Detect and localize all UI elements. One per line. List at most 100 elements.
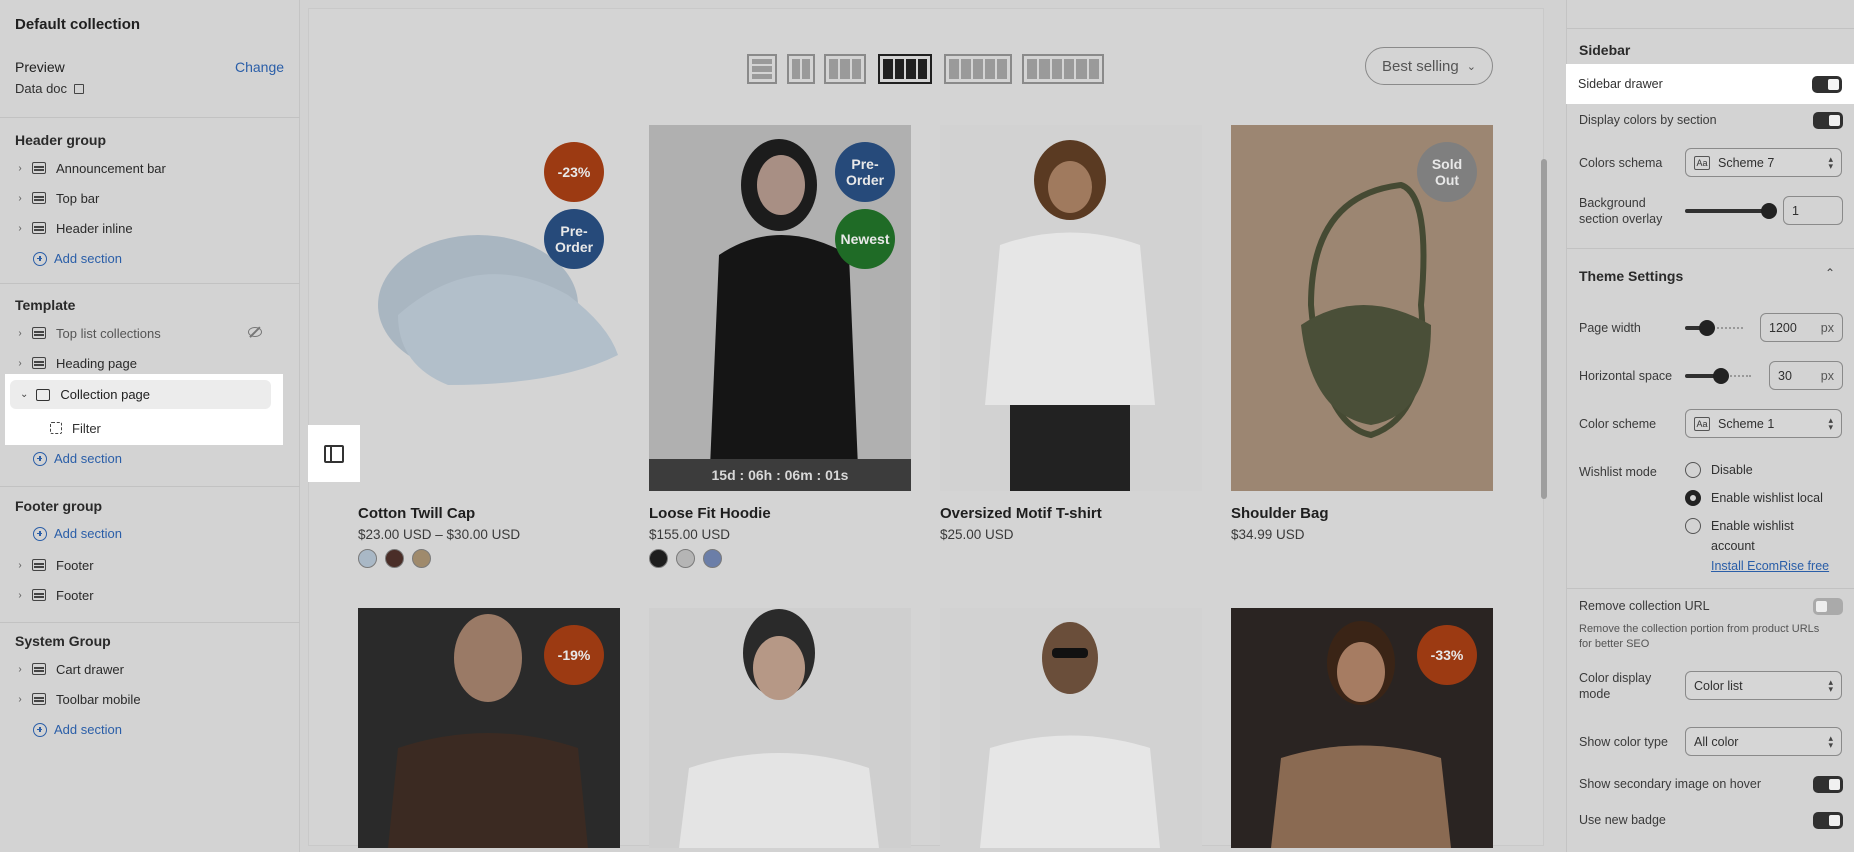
chevron-up-icon[interactable]: ⌃ bbox=[1825, 266, 1835, 280]
page-width-knob[interactable] bbox=[1699, 320, 1715, 336]
product-card[interactable] bbox=[940, 608, 1202, 848]
colors-schema-label: Colors schema bbox=[1579, 156, 1663, 170]
hspace-knob[interactable] bbox=[1713, 368, 1729, 384]
color-scheme-label: Color scheme bbox=[1579, 417, 1657, 431]
product-image[interactable]: -23% Pre- Order bbox=[358, 125, 620, 491]
tree-item-footer[interactable]: › Footer bbox=[14, 581, 284, 609]
sidebar-toggle-button[interactable] bbox=[308, 425, 360, 482]
secondary-image-toggle[interactable] bbox=[1813, 776, 1843, 793]
view-list-button[interactable] bbox=[747, 54, 777, 84]
product-card[interactable] bbox=[649, 608, 911, 848]
remove-url-toggle[interactable] bbox=[1813, 598, 1843, 615]
tree-item-filter[interactable]: Filter bbox=[50, 418, 101, 438]
discount-badge: -23% bbox=[544, 142, 604, 202]
bg-overlay-input[interactable]: 1 bbox=[1783, 196, 1843, 225]
tree-item-cart-drawer[interactable]: › Cart drawer bbox=[14, 655, 284, 683]
view-5col-button[interactable] bbox=[944, 54, 1012, 84]
tree-item-label: Footer bbox=[56, 557, 94, 573]
template-title: Template bbox=[15, 297, 76, 313]
color-display-label: Color display mode bbox=[1579, 671, 1652, 701]
product-image[interactable] bbox=[940, 125, 1202, 491]
sidebar-drawer-toggle[interactable] bbox=[1812, 76, 1842, 93]
color-swatch[interactable] bbox=[703, 549, 722, 568]
section-icon bbox=[36, 388, 51, 401]
section-icon bbox=[32, 327, 46, 339]
show-color-type-select[interactable]: All color ▴ ▾ bbox=[1685, 727, 1842, 756]
hspace-input[interactable]: 30 px bbox=[1769, 361, 1843, 390]
section-icon bbox=[32, 357, 46, 369]
view-4col-button[interactable] bbox=[878, 54, 932, 84]
view-3col-button[interactable] bbox=[824, 54, 866, 84]
wishlist-option-label: Enable wishlist account bbox=[1711, 519, 1794, 553]
color-swatch[interactable] bbox=[649, 549, 668, 568]
eye-off-icon[interactable] bbox=[248, 327, 262, 337]
product-card[interactable]: Oversized Motif T-shirt $25.00 USD bbox=[940, 125, 1202, 542]
add-section-button[interactable]: Add section bbox=[33, 251, 122, 266]
product-name[interactable]: Shoulder Bag bbox=[1231, 505, 1329, 522]
color-display-select[interactable]: Color list ▴ ▾ bbox=[1685, 671, 1842, 700]
wishlist-disable-radio[interactable] bbox=[1685, 462, 1701, 478]
wishlist-account-radio[interactable] bbox=[1685, 518, 1701, 534]
tree-item-footer[interactable]: › Footer bbox=[14, 551, 284, 579]
product-image[interactable]: Sold Out bbox=[1231, 125, 1493, 491]
view-6col-button[interactable] bbox=[1022, 54, 1104, 84]
add-section-button[interactable]: Add section bbox=[33, 526, 122, 541]
page-width-input[interactable]: 1200 px bbox=[1760, 313, 1843, 342]
view-2col-button[interactable] bbox=[787, 54, 815, 84]
add-section-button[interactable]: Add section bbox=[33, 722, 122, 737]
color-swatch[interactable] bbox=[385, 549, 404, 568]
product-image[interactable] bbox=[940, 608, 1202, 848]
product-image[interactable]: -33% bbox=[1231, 608, 1493, 848]
display-colors-toggle[interactable] bbox=[1813, 112, 1843, 129]
color-swatch[interactable] bbox=[412, 549, 431, 568]
product-price: $23.00 USD – $30.00 USD bbox=[358, 527, 521, 542]
product-card[interactable]: -19% bbox=[358, 608, 620, 848]
color-scheme-select[interactable]: Aa Scheme 1 ▴ ▾ bbox=[1685, 409, 1842, 438]
chevron-down-icon: ⌄ bbox=[20, 389, 29, 400]
preview-scrollbar[interactable] bbox=[1541, 159, 1547, 499]
product-name[interactable]: Loose Fit Hoodie bbox=[649, 505, 771, 522]
product-card[interactable]: Sold Out Shoulder Bag $34.99 USD bbox=[1231, 125, 1493, 542]
product-name[interactable]: Oversized Motif T-shirt bbox=[940, 505, 1102, 522]
product-image[interactable] bbox=[649, 608, 911, 848]
chevron-right-icon: › bbox=[18, 192, 22, 204]
preorder-badge: Pre- Order bbox=[544, 209, 604, 269]
tree-item-label: Toolbar mobile bbox=[56, 691, 141, 707]
wishlist-option-label: Enable wishlist local bbox=[1711, 491, 1823, 505]
product-image[interactable]: -19% bbox=[358, 608, 620, 848]
sort-select[interactable]: Best selling ⌄ bbox=[1365, 47, 1493, 85]
tree-item-top-list-collections[interactable]: › Top list collections bbox=[14, 319, 284, 347]
product-image[interactable]: Pre- Order Newest 15d : 06h : 06m : 01s bbox=[649, 125, 911, 491]
bg-overlay-label: Background section overlay bbox=[1579, 196, 1663, 226]
tree-item-heading-page[interactable]: › Heading page bbox=[14, 349, 284, 377]
tree-item-header-inline[interactable]: › Header inline bbox=[14, 214, 284, 242]
bg-overlay-slider[interactable] bbox=[1685, 209, 1767, 213]
newest-badge: Newest bbox=[835, 209, 895, 269]
sidebar-drawer-label: Sidebar drawer bbox=[1578, 77, 1663, 91]
wishlist-local-radio[interactable] bbox=[1685, 490, 1701, 506]
remove-url-desc: Remove the collection portion from produ… bbox=[1579, 623, 1820, 650]
bg-overlay-knob[interactable] bbox=[1761, 203, 1777, 219]
color-swatch[interactable] bbox=[358, 549, 377, 568]
tree-item-collection-page[interactable]: ⌄ Collection page bbox=[10, 380, 271, 409]
preview-value[interactable]: Data doc bbox=[15, 81, 85, 96]
install-ecomrise-link[interactable]: Install EcomRise free bbox=[1711, 556, 1841, 576]
tree-item-toolbar-mobile[interactable]: › Toolbar mobile bbox=[14, 685, 284, 713]
product-card[interactable]: -33% bbox=[1231, 608, 1493, 848]
chevron-right-icon: › bbox=[18, 327, 22, 339]
product-card[interactable]: -23% Pre- Order Cotton Twill Cap $23.00 … bbox=[358, 125, 620, 568]
product-card[interactable]: Pre- Order Newest 15d : 06h : 06m : 01s … bbox=[649, 125, 911, 568]
color-swatch[interactable] bbox=[676, 549, 695, 568]
tree-item-announcement-bar[interactable]: › Announcement bar bbox=[14, 154, 284, 182]
section-icon bbox=[32, 693, 46, 705]
colors-schema-select[interactable]: Aa Scheme 7 ▴ ▾ bbox=[1685, 148, 1842, 177]
toggle-thumb bbox=[1828, 79, 1839, 90]
new-badge-toggle[interactable] bbox=[1813, 812, 1843, 829]
tree-item-top-bar[interactable]: › Top bar bbox=[14, 184, 284, 212]
section-icon bbox=[32, 192, 46, 204]
change-link[interactable]: Change bbox=[235, 59, 284, 75]
add-section-button[interactable]: Add section bbox=[33, 451, 122, 466]
product-name[interactable]: Cotton Twill Cap bbox=[358, 505, 475, 522]
product-price: $34.99 USD bbox=[1231, 527, 1305, 542]
select-arrows-icon: ▴ ▾ bbox=[1828, 732, 1833, 750]
